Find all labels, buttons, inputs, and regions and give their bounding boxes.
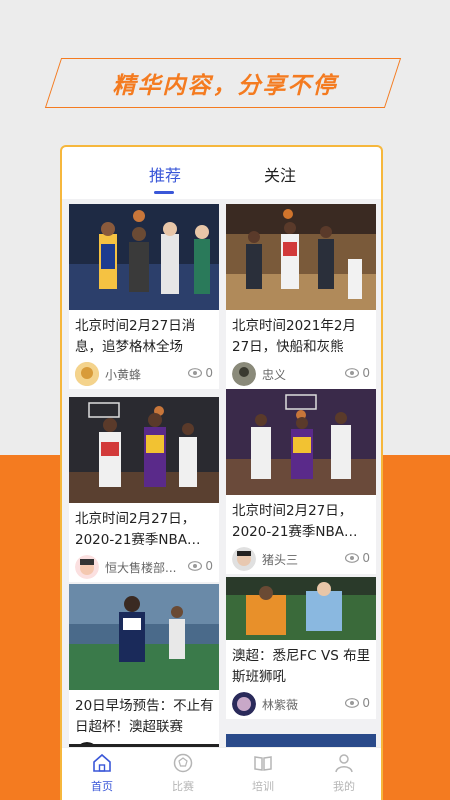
view-count-value: 0 — [362, 366, 370, 380]
card-meta: 小黄蜂 0 — [69, 359, 219, 389]
eye-icon — [188, 368, 203, 378]
eye-icon — [188, 561, 203, 571]
view-count-value: 0 — [205, 366, 213, 380]
tab-follow[interactable]: 关注 — [264, 162, 296, 186]
nav-match[interactable]: 比赛 — [158, 752, 208, 794]
home-icon — [93, 753, 111, 772]
eye-icon — [345, 698, 360, 708]
view-count: 0 — [345, 696, 370, 710]
nav-training-label: 培训 — [252, 780, 274, 793]
nav-profile-label: 我的 — [333, 780, 355, 793]
card-meta: 猪头三 0 — [226, 544, 376, 574]
view-count-value: 0 — [362, 551, 370, 565]
avatar — [232, 547, 256, 571]
feed-card[interactable]: 北京时间2月27日消息，追梦格林全场 小黄蜂 0 — [69, 204, 219, 389]
nav-home-label: 首页 — [91, 780, 113, 793]
user-icon — [335, 754, 353, 773]
card-title: 北京时间2月27日，2020-21赛季NBA常规赛 — [232, 503, 372, 540]
eye-icon — [345, 553, 360, 563]
nav-training[interactable]: 培训 — [238, 752, 288, 794]
soccer-ball-icon — [173, 753, 193, 773]
card-meta: 忠义 0 — [226, 359, 376, 389]
feed-card[interactable] — [226, 734, 376, 747]
card-image — [226, 389, 376, 495]
view-count: 0 — [345, 551, 370, 565]
nav-profile[interactable]: 我的 — [319, 752, 369, 794]
author-name: 恒大售楼部... — [105, 561, 177, 575]
nav-match-label: 比赛 — [172, 780, 194, 793]
card-meta: 恒大售楼部... 0 — [69, 552, 219, 582]
avatar — [232, 692, 256, 716]
card-title: 北京时间2021年2月27日，快船和灰熊 — [232, 318, 356, 355]
author-name: 忠义 — [262, 368, 287, 382]
card-title: 20日早场预告：不止有日超杯！澳超联赛 — [75, 698, 214, 735]
avatar — [232, 362, 256, 386]
bottom-nav: 首页 比赛 培训 我的 — [62, 747, 381, 800]
tab-bar: 推荐 关注 — [62, 147, 381, 199]
card-image — [69, 584, 219, 690]
nav-home[interactable]: 首页 — [77, 752, 127, 794]
book-icon — [254, 756, 272, 771]
card-title: 北京时间2月27日，2020-21赛季NBA常规赛 — [75, 511, 215, 548]
author-name: 猪头三 — [262, 553, 299, 567]
card-image — [69, 204, 219, 310]
view-count: 0 — [345, 366, 370, 380]
feed-card[interactable]: 澳超：悉尼FC VS 布里斯班狮吼 林紫薇 0 — [226, 577, 376, 719]
view-count-value: 0 — [205, 559, 213, 573]
view-count: 0 — [188, 559, 213, 573]
avatar — [75, 362, 99, 386]
view-count-value: 0 — [362, 696, 370, 710]
card-image — [226, 577, 376, 640]
author-name: 林紫薇 — [262, 698, 299, 712]
feed[interactable]: 北京时间2月27日消息，追梦格林全场 小黄蜂 0 北京时间2021年2月27日，… — [62, 199, 381, 747]
feed-card[interactable]: 20日早场预告：不止有日超杯！澳超联赛 衬心 15 — [69, 584, 219, 747]
eye-icon — [345, 368, 360, 378]
feed-card[interactable]: 北京时间2月27日，2020-21赛季NBA常规赛 恒大售楼部... 0 — [69, 397, 219, 582]
avatar — [75, 555, 99, 579]
banner-slogan: 精华内容，分享不停 — [112, 73, 338, 99]
tab-active-indicator — [154, 191, 174, 194]
card-title: 澳超：悉尼FC VS 布里斯班狮吼 — [232, 648, 371, 685]
card-meta: 林紫薇 0 — [226, 689, 376, 719]
view-count: 0 — [188, 366, 213, 380]
card-image — [226, 204, 376, 310]
author-name: 小黄蜂 — [105, 368, 142, 382]
phone-screen: 推荐 关注 北京时间2月27日消息，追梦格林全场 小黄蜂 0 北京时间2021年… — [60, 145, 383, 800]
feed-card[interactable]: 北京时间2月27日，2020-21赛季NBA常规赛 猪头三 0 — [226, 389, 376, 574]
feed-card[interactable]: 北京时间2021年2月27日，快船和灰熊 忠义 0 — [226, 204, 376, 389]
tab-recommend[interactable]: 推荐 — [149, 162, 181, 186]
card-image — [69, 397, 219, 503]
card-title: 北京时间2月27日消息，追梦格林全场 — [75, 318, 196, 355]
